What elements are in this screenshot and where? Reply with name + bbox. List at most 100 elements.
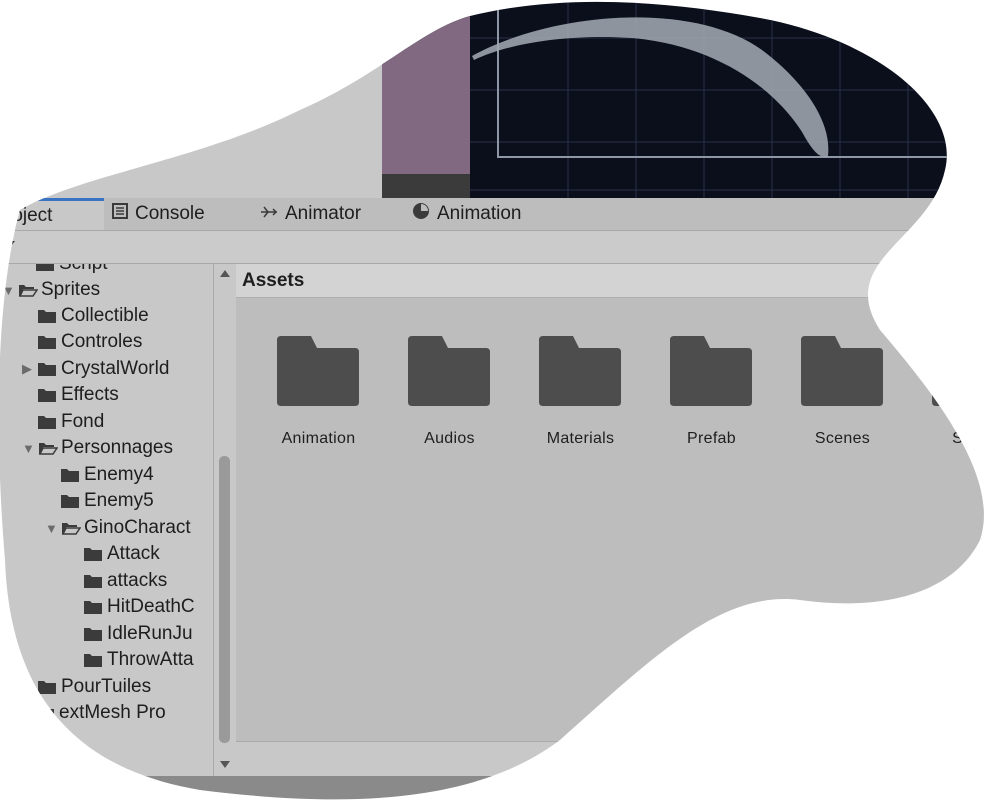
create-dropdown-arrow-icon[interactable] [5,241,15,247]
tab-console[interactable]: Console [112,198,232,230]
tree-scrollbar[interactable] [213,264,237,776]
expand-arrow-down-icon[interactable]: ▼ [2,283,12,298]
folder-icon [38,335,56,349]
expand-arrow-right-icon[interactable]: ▶ [22,361,32,377]
tab-project[interactable]: roject [0,198,104,230]
asset-folder-tile[interactable]: Animation [253,334,384,454]
folder-icon [38,680,56,694]
scroll-up-arrow-icon[interactable] [220,270,230,277]
folder-icon [36,264,54,271]
folder-icon [84,627,102,641]
tree-item[interactable]: ▼ Personnages [22,435,173,461]
tree-item[interactable]: Enemy4 [45,462,154,488]
tab-project-label: roject [6,204,53,226]
tab-animator-label: Animator [285,203,362,224]
scene-grid [382,0,995,198]
folder-icon [799,334,885,408]
console-icon [112,203,128,225]
expand-arrow-down-icon[interactable]: ▼ [45,521,55,536]
asset-label: Scenes [814,430,871,447]
tree-item-label: Enemy4 [84,464,154,485]
tree-item-label: attacks [107,570,168,591]
folder-icon [84,600,102,614]
assets-footer [236,741,995,777]
folder-icon [406,334,492,408]
asset-folder-tile[interactable]: Materials [515,334,646,454]
scene-left-area [0,0,382,198]
tree-item[interactable]: HitDeathC [68,594,195,620]
tree-item[interactable]: Fond [22,409,104,435]
scrollbar-thumb[interactable] [219,456,230,743]
open-folder-icon [61,521,79,535]
tree-item[interactable]: ThrowAtta [68,647,194,673]
tree-item-label: Personnages [61,437,173,458]
tree-item-label: Attack [107,543,160,564]
folder-icon [38,362,56,376]
asset-label: Materials [546,430,615,447]
tree-item[interactable]: ▼ GinoCharact [45,515,191,541]
tree-item[interactable]: ▼ Sprites [0,277,100,303]
tab-animation-label: Animation [437,203,522,224]
tree-item[interactable]: Script [20,264,108,277]
tab-animation[interactable]: Animation [412,198,552,230]
tree-item-label: Enemy5 [84,490,154,511]
folder-icon [668,334,754,408]
asset-label: Animation [281,430,356,447]
folder-icon [930,334,995,408]
open-folder-icon [38,441,56,455]
folder-icon [38,388,56,402]
asset-folder-tile[interactable]: Prefab [646,334,777,454]
tree-item[interactable]: PourTuiles [22,674,151,700]
tree-item-label: Controles [61,331,143,352]
tree-item[interactable]: Attack [68,541,160,567]
tab-console-label: Console [135,203,205,224]
tree-item[interactable]: Collectible [22,303,149,329]
assets-title[interactable]: Assets [242,270,304,292]
tree-item[interactable]: Controles [22,329,142,355]
tab-animator[interactable]: Animator [260,198,390,230]
tree-item-label: Fond [61,411,105,432]
tree-item-label: PourTuiles [61,676,152,697]
asset-label: Audios [424,430,475,447]
assets-breadcrumb: Assets [236,264,995,298]
tree-item-label: extMesh Pro [59,702,166,723]
asset-label: Prefab [687,430,736,447]
folder-icon [537,334,623,408]
asset-folder-tile[interactable]: Script [908,334,995,454]
asset-label: Script [952,430,995,447]
folder-icon [84,574,102,588]
project-folder-tree: Script ▼ Sprites Collectible Controles ▶ Cryst… [0,264,213,776]
assets-grid: Animation Audios Materials Prefab Scenes Scri… [236,298,995,741]
asset-folder-tile[interactable]: Audios [384,334,515,454]
tree-item[interactable]: extMesh Pro [20,700,166,726]
tree-item-label: Collectible [61,305,149,326]
scene-view[interactable] [382,0,995,198]
tab-bar: roject Console Animator Animation [0,198,995,231]
open-folder-icon [18,283,36,297]
tree-item-label: IdleRunJu [107,623,193,644]
scroll-down-arrow-icon[interactable] [220,761,230,768]
expand-arrow-down-icon[interactable]: ▼ [22,441,32,456]
folder-icon [61,494,79,508]
folder-icon [275,334,361,408]
tree-item[interactable]: Effects [22,382,119,408]
clock-icon [412,202,430,226]
tree-item-label: Script [59,264,108,275]
tree-item-label: ThrowAtta [107,649,194,670]
tree-item[interactable]: attacks [68,568,167,594]
folder-icon [84,653,102,667]
tree-item[interactable]: ▶ CrystalWorld [22,356,169,382]
folder-icon [36,706,54,720]
unity-editor-window: roject Console Animator Animation Script… [0,0,995,808]
tree-item-label: Effects [61,384,119,405]
project-toolbar [0,231,995,264]
tree-item-label: CrystalWorld [61,358,170,379]
asset-folder-tile[interactable]: Scenes [777,334,908,454]
tree-item-label: Sprites [41,279,101,300]
tree-item-label: HitDeathC [107,596,195,617]
window-bottom-edge [0,776,995,808]
tree-item-label: GinoCharact [84,517,191,538]
animator-icon [260,203,278,225]
tree-item[interactable]: Enemy5 [45,488,154,514]
tree-item[interactable]: IdleRunJu [68,621,193,647]
